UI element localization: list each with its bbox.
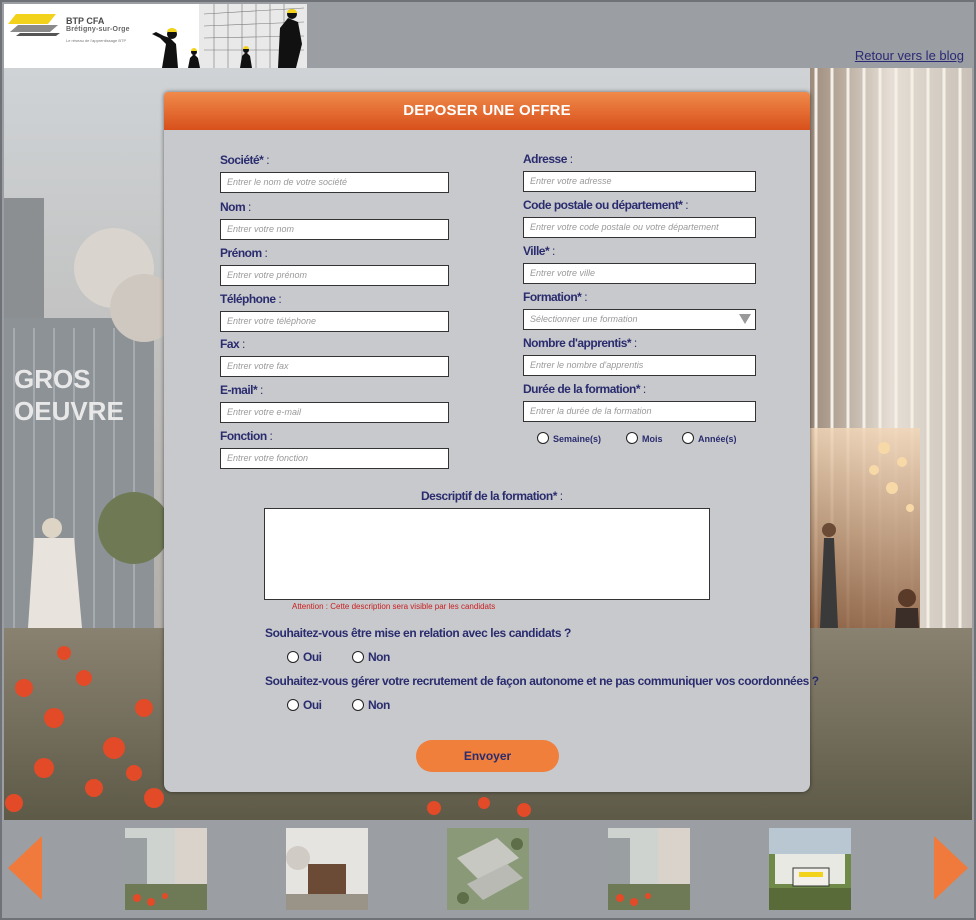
carousel-thumbnail-3[interactable] [447,828,529,910]
question-mise-en-relation: Souhaitez-vous être mise en relation ave… [265,626,571,640]
code-postal-input[interactable]: Entrer votre code postale ou votre dépar… [523,217,756,238]
image-carousel [4,820,972,916]
q1-non-radio[interactable] [352,651,364,663]
gros-oeuvre-sign: GROS [14,364,91,394]
adresse-input[interactable]: Entrer votre adresse [523,171,756,192]
email-input[interactable]: Entrer votre e-mail [220,402,449,423]
label-formation: Formation* : [523,290,588,304]
envoyer-button[interactable]: Envoyer [416,740,559,772]
q2-oui-label: Oui [303,698,322,712]
form-title: DEPOSER UNE OFFRE [164,92,810,130]
logo-name: BTP CFA [66,16,105,26]
radio-semaines[interactable] [537,432,549,444]
carousel-thumbnail-2[interactable] [286,828,368,910]
fax-input[interactable]: Entrer votre fax [220,356,449,377]
arrow-left-icon[interactable] [8,836,42,900]
societe-input[interactable]: Entrer le nom de votre société [220,172,449,193]
duree-formation-input[interactable]: Entrer la durée de la formation [523,401,756,422]
descriptif-textarea[interactable] [264,508,710,600]
label-nom: Nom : [220,200,251,214]
prenom-input[interactable]: Entrer votre prénom [220,265,449,286]
label-fax: Fax : [220,337,245,351]
label-duree-formation: Durée de la formation* : [523,382,646,396]
carousel-thumbnail-5[interactable] [769,828,851,910]
carousel-thumbnail-1[interactable] [125,828,207,910]
description-warning: Attention : Cette description sera visib… [292,602,496,611]
site-header: BTP CFA Brétigny-sur-Orge Le réseau de l… [4,4,972,68]
q2-non-label: Non [368,698,390,712]
label-ville: Ville* : [523,244,555,258]
label-email: E-mail* : [220,383,263,397]
construction-workers-illustration [152,4,307,68]
formation-select[interactable]: Sélectionner une formation [523,309,756,330]
nom-input[interactable]: Entrer votre nom [220,219,449,240]
formation-select-value: Sélectionner une formation [530,314,638,324]
q2-non-radio[interactable] [352,699,364,711]
label-code-postal: Code postale ou département* : [523,198,689,212]
arrow-right-icon[interactable] [934,836,968,900]
radio-semaines-label: Semaine(s) [553,434,602,444]
dropdown-arrow-icon [739,314,751,324]
label-societe: Société* : [220,153,270,167]
label-descriptif: Descriptif de la formation* : [421,489,563,503]
q2-oui-radio[interactable] [287,699,299,711]
radio-mois-label: Mois [642,434,663,444]
back-to-blog-link[interactable]: Retour vers le blog [855,48,964,63]
logo-mark-icon [8,14,60,36]
question-recrutement-autonome: Souhaitez-vous gérer votre recrutement d… [265,674,819,688]
fonction-input[interactable]: Entrer votre fonction [220,448,449,469]
radio-annees-label: Année(s) [698,434,737,444]
nombre-apprentis-input[interactable]: Entrer le nombre d'apprentis [523,355,756,376]
radio-mois[interactable] [626,432,638,444]
btp-cfa-logo[interactable]: BTP CFA Brétigny-sur-Orge Le réseau de l… [4,4,307,68]
svg-text:OEUVRE: OEUVRE [14,396,124,426]
logo-tagline: Le réseau de l'apprentissage BTP [66,38,127,43]
ville-input[interactable]: Entrer votre ville [523,263,756,284]
q1-oui-radio[interactable] [287,651,299,663]
logo-subtitle: Brétigny-sur-Orge [66,26,130,33]
q1-non-label: Non [368,650,390,664]
q1-oui-label: Oui [303,650,322,664]
label-adresse: Adresse : [523,152,573,166]
carousel-thumbnail-4[interactable] [608,828,690,910]
label-nombre-apprentis: Nombre d'apprentis* : [523,336,637,350]
radio-annees[interactable] [682,432,694,444]
label-prenom: Prénom : [220,246,268,260]
label-fonction: Fonction : [220,429,273,443]
telephone-input[interactable]: Entrer votre téléphone [220,311,449,332]
label-telephone: Téléphone : [220,292,282,306]
